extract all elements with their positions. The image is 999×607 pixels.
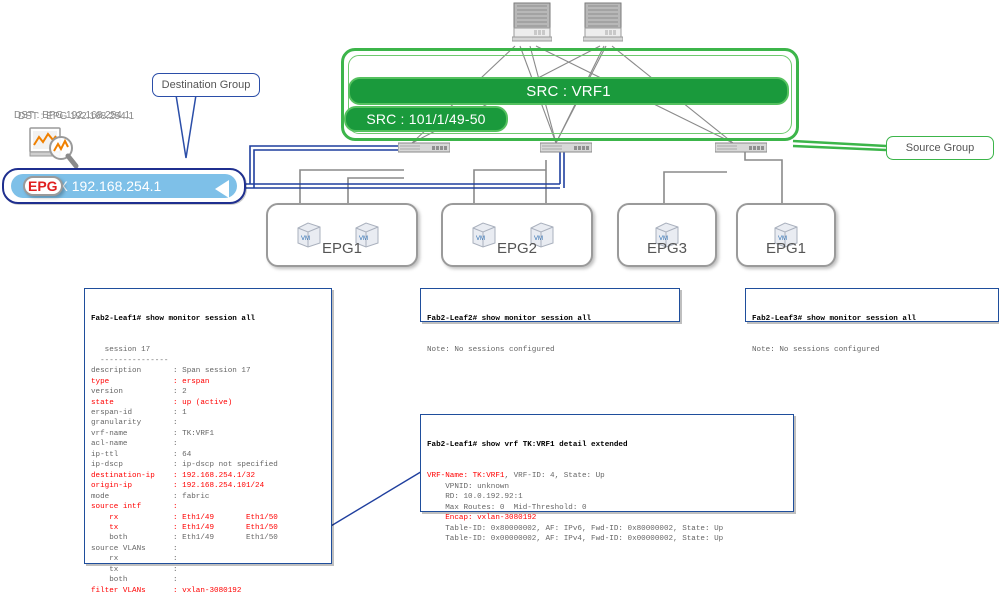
terminal-line: session 17	[91, 346, 151, 355]
spine-switch-2[interactable]	[582, 2, 624, 46]
terminal-line: ---------------	[91, 356, 169, 365]
dst-suffix: X 192.168.254.1	[58, 178, 162, 194]
dst-arrow-icon	[215, 180, 229, 198]
terminal-line: destination-ip : 192.168.254.1/32	[91, 471, 256, 480]
terminal-line: vrf-name : TK:VRF1	[91, 429, 215, 438]
epg-label: EPG1	[321, 240, 363, 257]
terminal-leaf1-vrf[interactable]: Fab2-Leaf1# show vrf TK:VRF1 detail exte…	[420, 414, 794, 543]
terminal-line: ip-ttl : 64	[91, 450, 192, 459]
terminal-line: Note: No sessions configured	[752, 346, 880, 355]
epg-box-1[interactable]: VM VM EPG1	[266, 203, 418, 267]
terminal-line: filter VLANs : vxlan-3080192	[91, 586, 242, 595]
epg-box-4[interactable]: VM EPG1	[736, 203, 836, 267]
terminal-line: both : Eth1/49 Eth1/50	[91, 534, 278, 543]
epg-box-3[interactable]: VM EPG3	[617, 203, 717, 267]
leaf-switch-3[interactable]	[714, 141, 768, 154]
terminal-line: Note: No sessions configured	[427, 346, 555, 355]
terminal-line: Table-ID: 0x00000002, AF: IPv4, Fwd-ID: …	[427, 534, 724, 543]
terminal-line: acl-name :	[91, 440, 178, 449]
terminal-prompt: Fab2-Leaf3# show monitor session all	[752, 314, 917, 323]
terminal-line: state : up (active)	[91, 398, 233, 407]
terminal-line: Encap: vxlan-3080192	[427, 514, 537, 523]
terminal-line: VRF-Name: TK:VRF1, VRF-ID: 4, State: Up	[427, 471, 787, 481]
terminal-line: ip-dscp : ip-dscp not specified	[91, 461, 278, 470]
epg-label: EPG2	[496, 240, 538, 257]
terminal-body: session 17 --------------- description : …	[91, 345, 325, 596]
terminal-line: source VLANs :	[91, 544, 178, 553]
terminal-line: RD: 10.0.192.92:1	[427, 493, 523, 502]
terminal-prompt: Fab2-Leaf1# show monitor session all	[91, 314, 256, 323]
terminal-body: Note: No sessions configured	[752, 345, 992, 355]
dst-epg-keyword: EPG	[23, 176, 63, 196]
src-vrf-label: SRC : VRF1	[526, 82, 611, 100]
destination-group-callout[interactable]: Destination Group	[152, 73, 260, 97]
terminal-line: erspan-id : 1	[91, 408, 187, 417]
terminal-line: Table-ID: 0x80000002, AF: IPv6, Fwd-ID: …	[427, 524, 724, 533]
terminal-line: rx :	[91, 555, 178, 564]
terminal-line: VPNID: unknown	[427, 482, 510, 491]
terminal-line: source intf :	[91, 503, 178, 512]
source-group-callout[interactable]: Source Group	[886, 136, 994, 160]
epg-label: EPG3	[646, 240, 688, 257]
terminal-line: Max Routes: 0 Mid-Threshold: 0	[427, 503, 587, 512]
terminal-line: granularity :	[91, 419, 178, 428]
terminal-line: tx : Eth1/49 Eth1/50	[91, 523, 278, 532]
terminal-line: mode : fabric	[91, 492, 210, 501]
src-vrf-pill[interactable]: SRC : VRF1	[348, 77, 789, 105]
terminal-leaf2-monitor[interactable]: Fab2-Leaf2# show monitor session all Not…	[420, 288, 680, 354]
terminal-line: type : erspan	[91, 377, 210, 386]
terminal-line: description : Span session 17	[91, 367, 251, 376]
dst-banner-inner: DST : EPG X 192.168.254.1	[11, 174, 237, 198]
src-port-label: SRC : 101/1/49-50	[366, 111, 486, 127]
spine-switch-1[interactable]	[511, 2, 553, 46]
terminal-line: rx : Eth1/49 Eth1/50	[91, 513, 278, 522]
vrf-meta-token: , VRF-ID: 4, State: Up	[504, 472, 605, 481]
terminal-line: origin-ip : 192.168.254.101/24	[91, 482, 265, 491]
terminal-line: version : 2	[91, 388, 187, 397]
vrf-name-token: VRF-Name: TK:VRF1	[427, 472, 505, 481]
leaf-switch-2[interactable]	[539, 141, 593, 154]
chart-magnifier-icon	[28, 126, 80, 170]
epg-label: EPG1	[765, 240, 807, 257]
dst-banner[interactable]: DST : EPG X 192.168.254.1	[2, 168, 246, 204]
leaf-switch-1[interactable]	[397, 141, 451, 154]
terminal-body: VRF-Name: TK:VRF1, VRF-ID: 4, State: Up …	[427, 471, 787, 544]
source-group-label: Source Group	[905, 142, 975, 154]
destination-group-label: Destination Group	[161, 79, 251, 91]
epg-box-2[interactable]: VM VM EPG2	[441, 203, 593, 267]
terminal-leaf1-monitor[interactable]: Fab2-Leaf1# show monitor session all ses…	[84, 288, 332, 595]
dst-epg-faint-label-copy-2: DST : EPG 192.168.254.1	[18, 111, 135, 122]
terminal-line: both :	[91, 576, 178, 585]
src-port-pill[interactable]: SRC : 101/1/49-50	[344, 106, 508, 132]
terminal-line: tx :	[91, 565, 178, 574]
terminal-leaf3-monitor[interactable]: Fab2-Leaf3# show monitor session all Not…	[745, 288, 999, 354]
terminal-prompt: Fab2-Leaf2# show monitor session all	[427, 314, 592, 323]
dst-epg-faint-label: DST : EPG 192.168.254.1 DST : EPG 192.16…	[14, 110, 204, 126]
terminal-prompt: Fab2-Leaf1# show vrf TK:VRF1 detail exte…	[427, 440, 628, 449]
terminal-body: Note: No sessions configured	[427, 345, 673, 355]
